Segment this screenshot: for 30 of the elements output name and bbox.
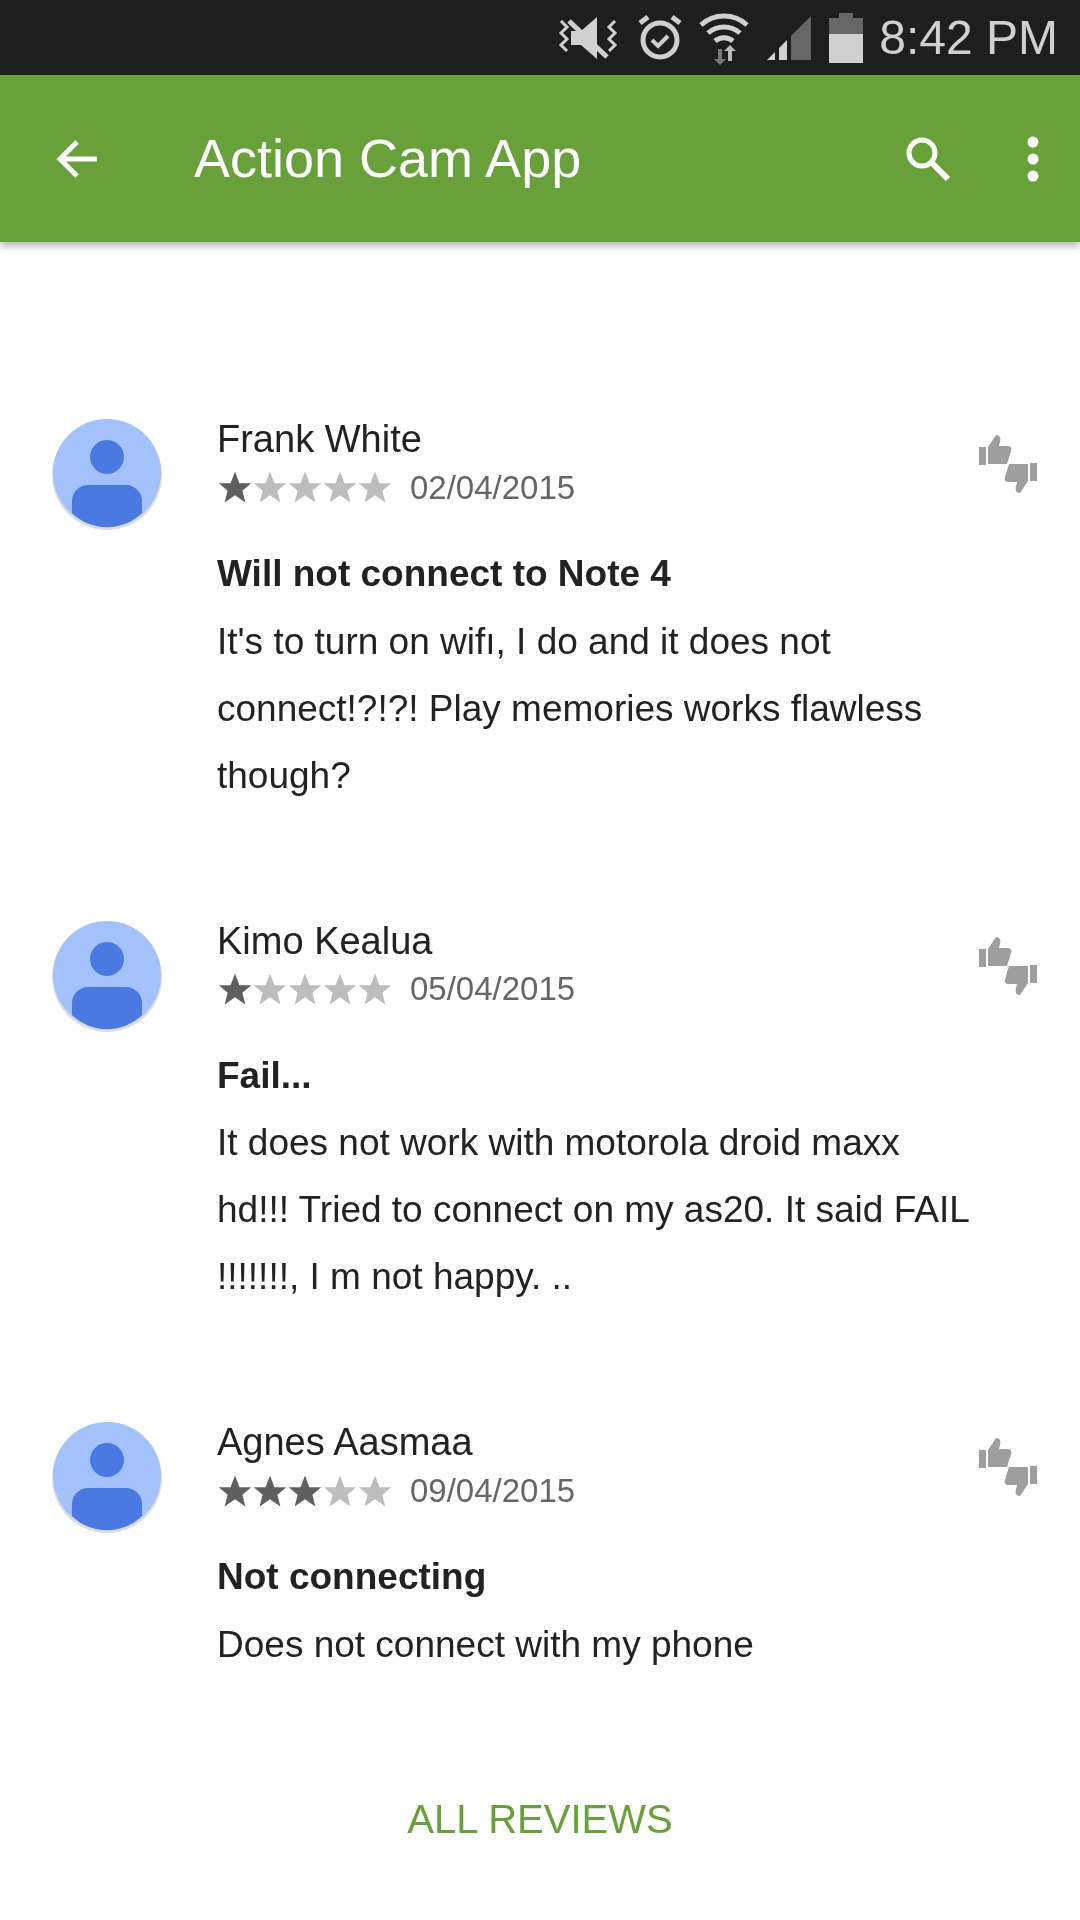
review-text: It does not work with motorola droid maxx hd!!! Tried to connect on my as20. It said FAIL !!!!!!!, I m not happy. .. xyxy=(217,1121,970,1300)
star-icon xyxy=(287,470,323,505)
thumbs-rating-button[interactable] xyxy=(977,934,1039,997)
review-text: Does not connect with my phone xyxy=(217,1622,755,1667)
battery-icon xyxy=(829,12,864,63)
avatar-icon xyxy=(50,417,164,531)
search-button[interactable] xyxy=(905,135,951,182)
review-date: 02/04/2015 xyxy=(410,467,576,508)
star-icon xyxy=(322,470,358,505)
review-title: Not connecting xyxy=(217,1555,488,1600)
review-text: It's to turn on wifı, I do and it does not connect!?!?! Play memories works flawless though? xyxy=(217,619,924,798)
reviewer-name: Frank White xyxy=(217,417,423,462)
review-title: Fail... xyxy=(217,1053,313,1098)
review-title: Will not connect to Note 4 xyxy=(217,552,672,597)
all-reviews-link[interactable]: ALL REVIEWS xyxy=(401,1787,679,1850)
star-icon xyxy=(357,470,393,505)
avatar-icon xyxy=(50,918,164,1033)
star-icon xyxy=(217,470,253,505)
more-menu-button[interactable] xyxy=(1026,135,1040,182)
reviewer-name: Agnes Aasmaa xyxy=(217,1420,474,1466)
review-date: 05/04/2015 xyxy=(410,969,576,1010)
star-icon xyxy=(252,470,288,505)
reviewer-name: Kimo Kealua xyxy=(217,918,434,964)
app-title: Action Cam App xyxy=(194,127,583,190)
status-time: 8:42 PM xyxy=(879,13,1058,62)
avatar-icon xyxy=(50,1420,164,1535)
review-date: 09/04/2015 xyxy=(410,1470,576,1511)
thumbs-rating-button[interactable] xyxy=(977,1436,1039,1499)
thumbs-rating-button[interactable] xyxy=(977,433,1039,495)
back-button[interactable] xyxy=(55,138,99,179)
